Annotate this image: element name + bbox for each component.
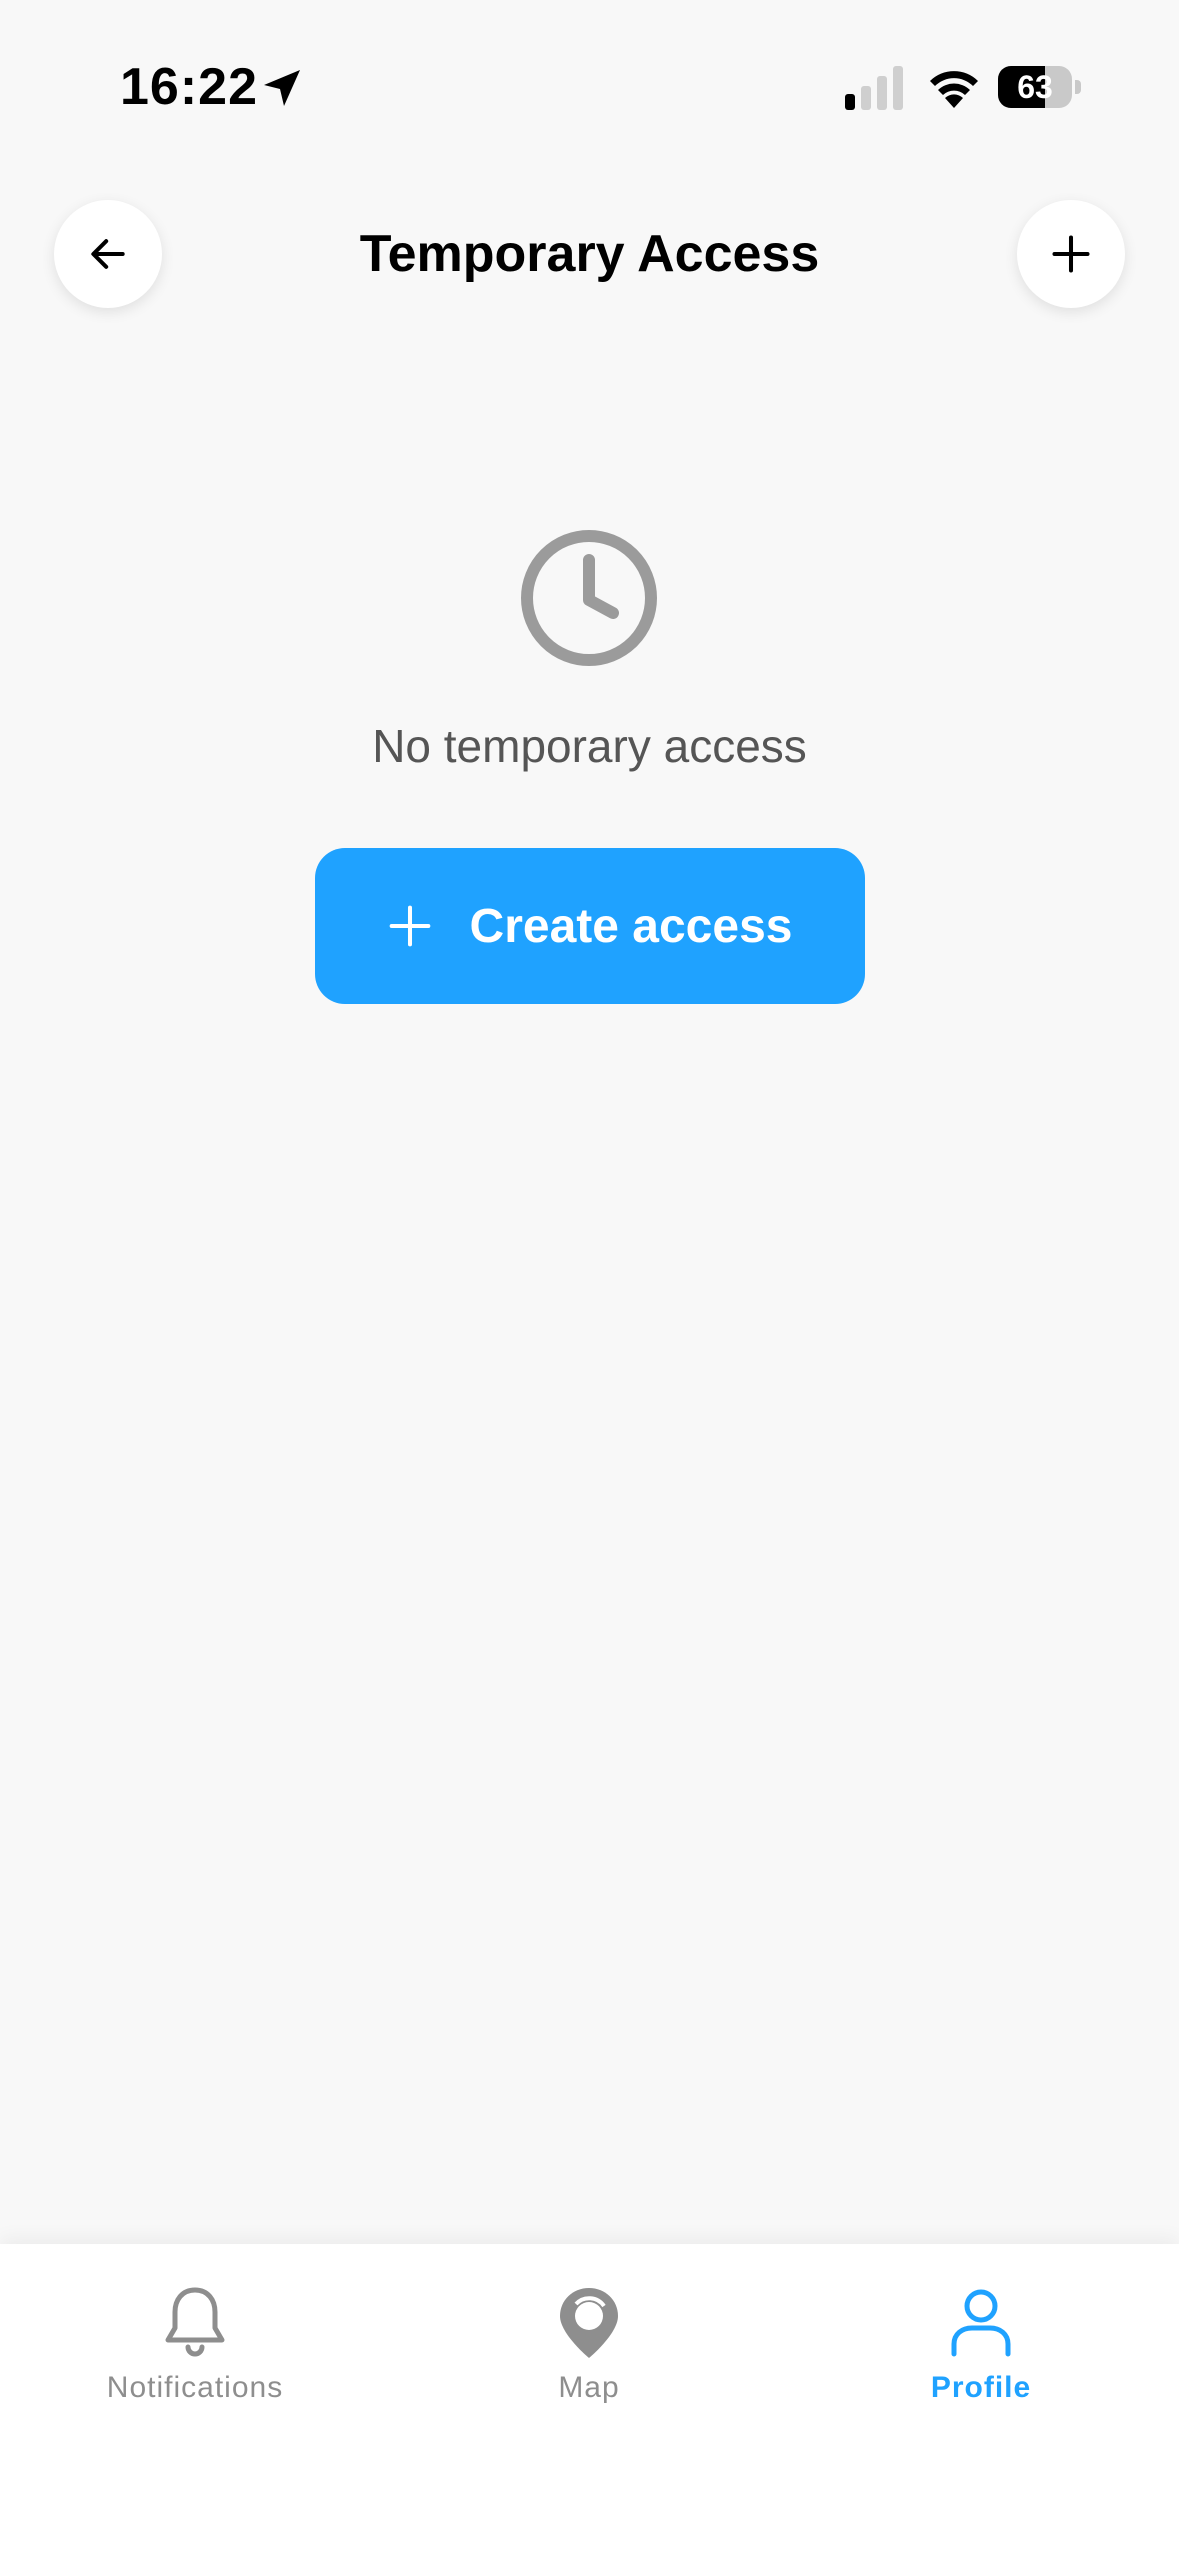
battery-indicator: 63 [998, 66, 1082, 108]
cellular-signal-icon [845, 66, 903, 110]
create-access-button[interactable]: Create access [315, 848, 865, 1004]
page-title: Temporary Access [359, 225, 820, 283]
status-time: 16:22 [120, 58, 258, 116]
plus-icon [1052, 235, 1090, 273]
tab-notifications[interactable]: Notifications [45, 2284, 345, 2406]
tab-notifications-label: Notifications [106, 2371, 284, 2404]
plus-icon [389, 905, 430, 947]
create-access-label: Create access [469, 899, 793, 953]
wifi-icon [930, 71, 978, 108]
empty-state-message: No temporary access [372, 720, 807, 772]
map-pin-icon [560, 2288, 618, 2358]
tab-profile[interactable]: Profile [831, 2284, 1131, 2406]
tab-map[interactable]: Map [439, 2284, 739, 2406]
tab-bar: Notifications Map Profile [0, 2244, 1179, 2556]
user-icon [951, 2289, 1011, 2357]
tab-map-label: Map [558, 2371, 620, 2404]
bell-icon [165, 2287, 225, 2357]
add-access-button[interactable] [1017, 200, 1125, 308]
battery-level: 63 [1017, 69, 1053, 105]
location-arrow-icon [264, 70, 300, 106]
clock-icon [521, 530, 657, 666]
tab-profile-label: Profile [930, 2371, 1032, 2404]
